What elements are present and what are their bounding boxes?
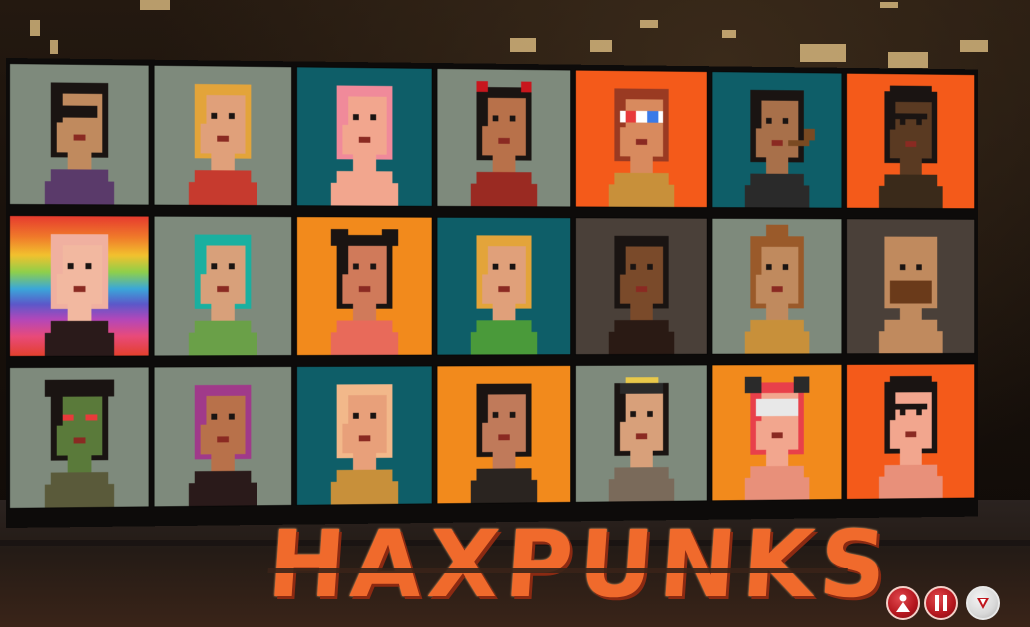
punk-pixel-portrait	[188, 384, 258, 507]
pause-button[interactable]	[924, 586, 958, 620]
building-window	[30, 20, 40, 36]
game-title-logo: HAXPUNKS	[264, 506, 895, 624]
punk-card[interactable]	[712, 218, 842, 354]
punk-card[interactable]	[296, 366, 432, 505]
punk-pixel-portrait	[608, 235, 675, 355]
punk-pixel-portrait	[608, 87, 675, 207]
punk-pixel-portrait	[330, 228, 399, 355]
punk-card[interactable]	[154, 216, 292, 356]
building-window	[960, 40, 988, 52]
punk-card[interactable]	[9, 64, 149, 205]
punk-pixel-portrait	[470, 234, 538, 355]
punk-pixel-portrait	[878, 236, 943, 354]
building-window	[590, 40, 612, 52]
punk-card[interactable]	[296, 217, 432, 356]
building-window	[140, 0, 170, 10]
punk-pixel-portrait	[878, 375, 943, 499]
punk-pixel-portrait	[470, 80, 538, 207]
punk-pixel-portrait	[744, 376, 810, 501]
punk-card[interactable]	[154, 65, 292, 206]
punk-pixel-portrait	[470, 383, 538, 504]
building-window	[640, 20, 658, 28]
punk-card[interactable]	[712, 364, 842, 501]
building-window	[880, 2, 898, 8]
punk-card[interactable]	[437, 68, 571, 207]
building-window	[800, 44, 846, 62]
punk-pixel-portrait	[330, 84, 399, 206]
building-window	[50, 40, 58, 54]
punk-pixel-portrait	[44, 379, 115, 508]
game-scene: HAXPUNKS	[0, 0, 1030, 627]
punk-pixel-portrait	[878, 85, 943, 209]
punk-pixel-portrait	[188, 234, 258, 356]
play-button[interactable]	[966, 586, 1000, 620]
punk-card[interactable]	[575, 218, 707, 355]
punk-card[interactable]	[9, 367, 149, 508]
punk-card[interactable]	[9, 216, 149, 356]
punk-pixel-portrait	[188, 83, 258, 206]
pause-icon	[935, 595, 947, 611]
building-window	[722, 30, 736, 38]
avatar-button[interactable]	[886, 586, 920, 620]
hud-controls	[886, 586, 1026, 624]
punk-card[interactable]	[296, 67, 432, 206]
punk-pixel-portrait	[744, 224, 810, 354]
punk-card[interactable]	[575, 70, 707, 208]
person-icon	[896, 594, 910, 612]
punk-pixel-portrait	[44, 233, 115, 356]
punk-card[interactable]	[846, 73, 975, 209]
building-window	[510, 38, 536, 52]
building-window	[888, 52, 928, 68]
punk-gallery-wall	[6, 58, 978, 528]
punk-card[interactable]	[437, 365, 571, 504]
punk-pixel-portrait	[608, 376, 675, 502]
punk-card[interactable]	[846, 364, 975, 499]
punk-card[interactable]	[846, 219, 975, 354]
punk-pixel-portrait	[44, 82, 115, 205]
play-icon	[977, 598, 989, 609]
punk-pixel-portrait	[330, 383, 399, 505]
punk-card[interactable]	[154, 366, 292, 507]
punk-card[interactable]	[575, 365, 707, 502]
punk-card[interactable]	[712, 72, 842, 208]
punk-pixel-portrait	[744, 89, 815, 208]
punk-card[interactable]	[437, 217, 571, 355]
